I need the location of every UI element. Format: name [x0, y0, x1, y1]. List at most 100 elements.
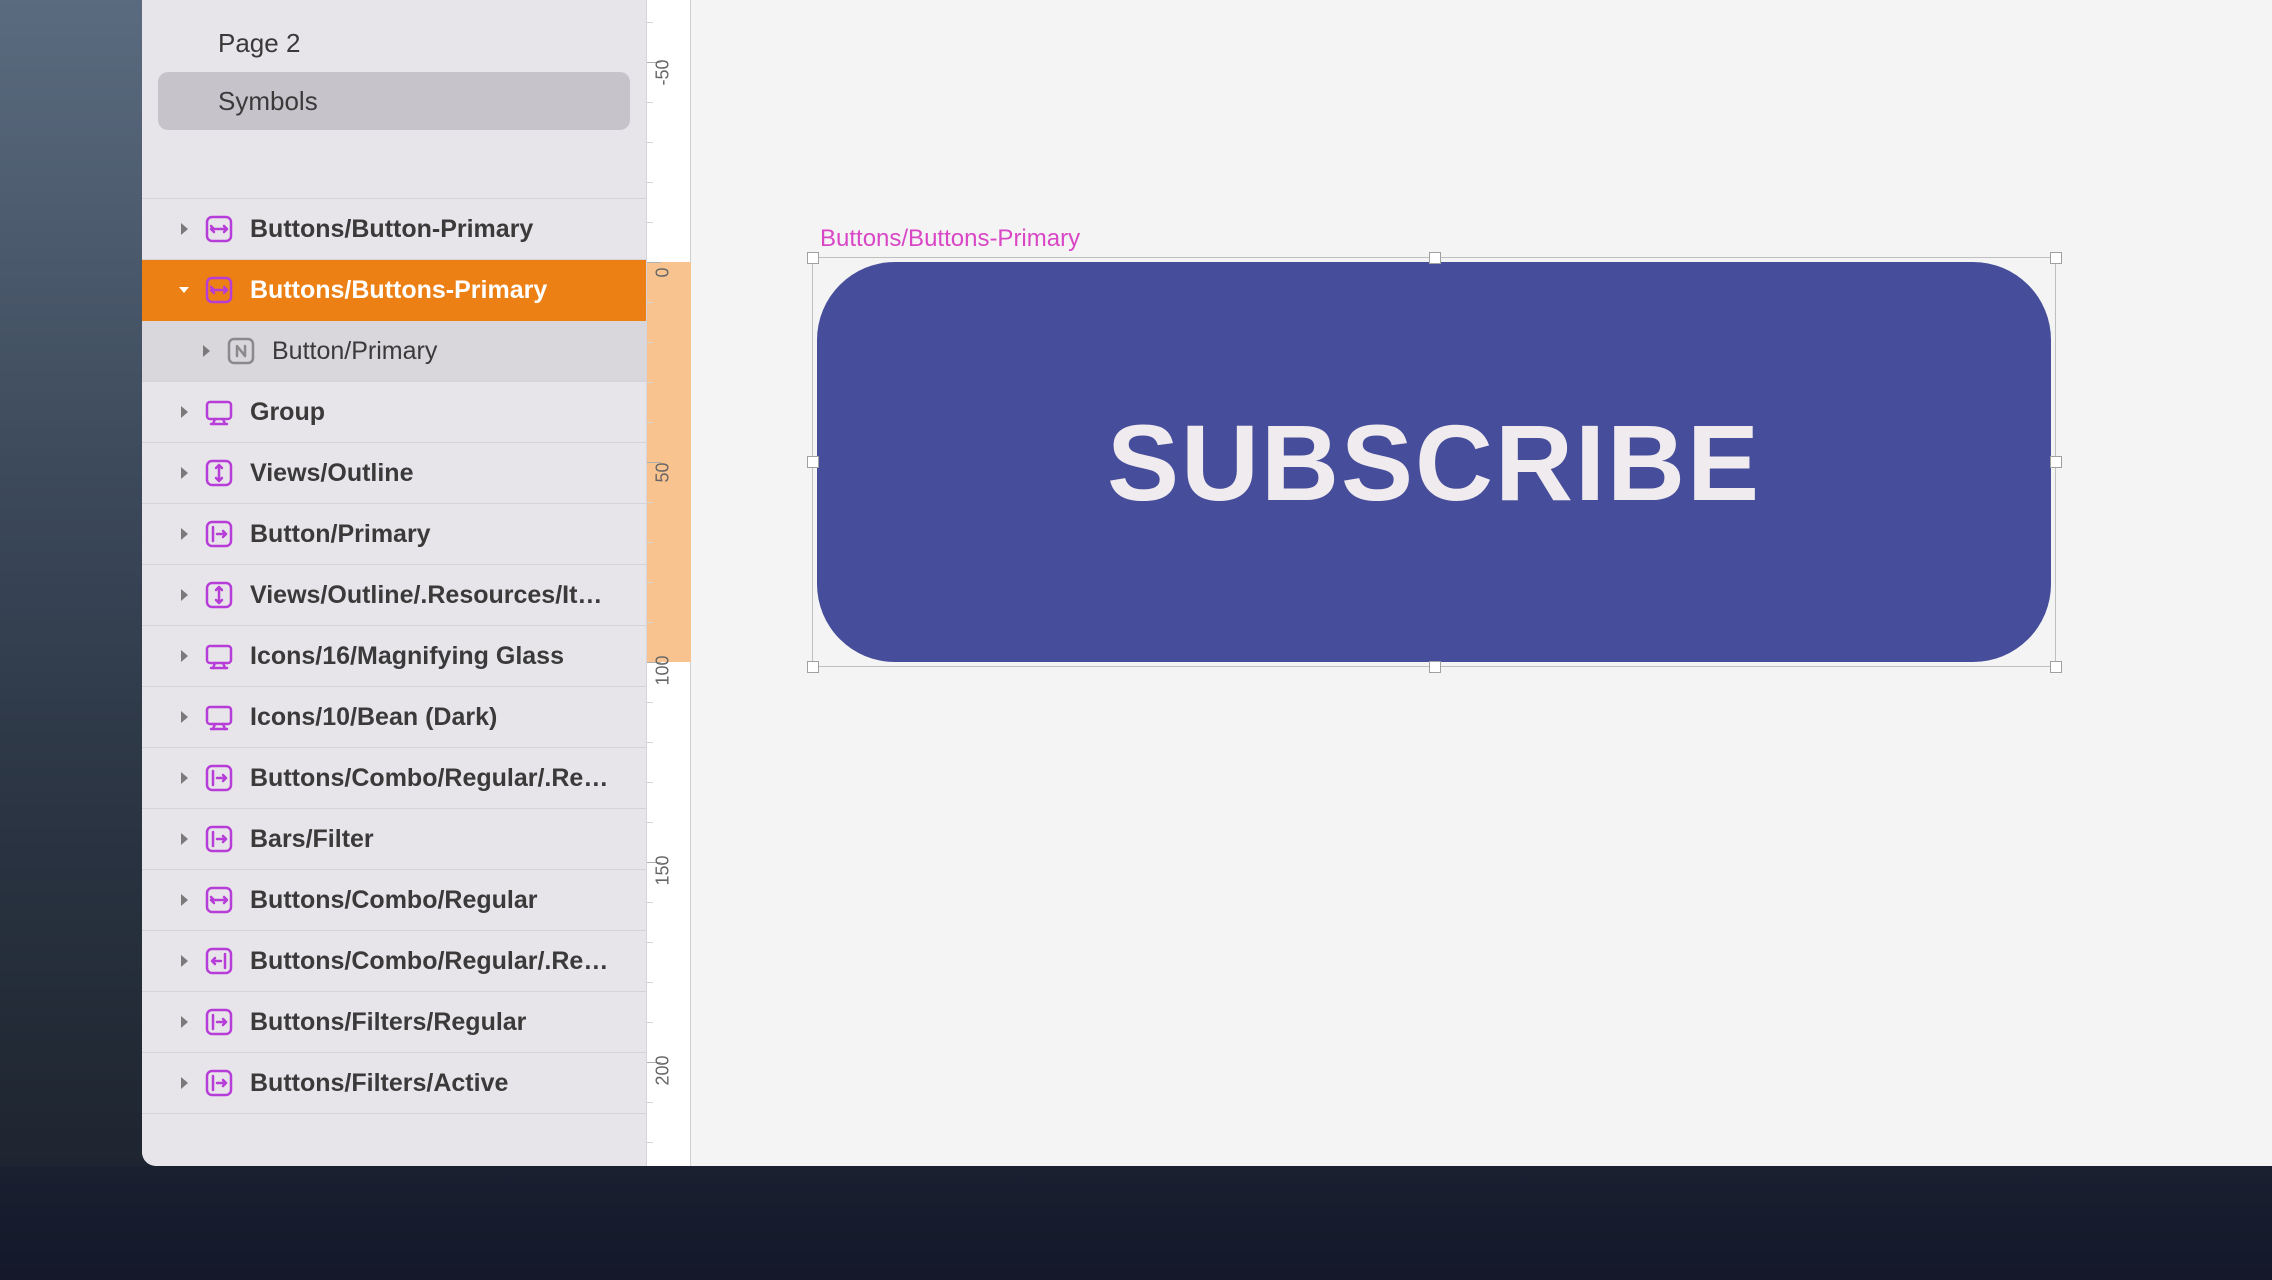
chevron-right-icon[interactable]	[172, 953, 196, 969]
layer-label: Buttons/Filters/Active	[250, 1069, 634, 1098]
right-icon	[204, 519, 234, 549]
layer-row[interactable]: Button/Primary	[142, 321, 646, 382]
layer-label: Buttons/Combo/Regular/.Re…	[250, 764, 634, 793]
chevron-right-icon[interactable]	[172, 709, 196, 725]
layer-row[interactable]: Bars/Filter	[142, 809, 646, 870]
handle-sw[interactable]	[807, 661, 819, 673]
layer-label: Button/Primary	[250, 520, 634, 549]
ruler-number: -50	[653, 60, 674, 86]
ruler-tick	[647, 422, 653, 423]
chevron-right-icon[interactable]	[172, 770, 196, 786]
layer-label: Button/Primary	[272, 337, 634, 366]
ruler-tick	[647, 702, 653, 703]
layer-row[interactable]: Buttons/Button-Primary	[142, 199, 646, 260]
canvas[interactable]: Buttons/Buttons-Primary SUBSCRIBE	[691, 0, 2272, 1166]
layer-row[interactable]: Buttons/Filters/Active	[142, 1053, 646, 1114]
right-icon	[204, 824, 234, 854]
ruler-tick	[647, 102, 653, 103]
layer-row[interactable]: Button/Primary	[142, 504, 646, 565]
handle-s[interactable]	[1429, 661, 1441, 673]
chevron-right-icon[interactable]	[172, 404, 196, 420]
desktop-bottom-strip	[0, 1166, 2272, 1280]
artboard-label[interactable]: Buttons/Buttons-Primary	[820, 225, 1080, 253]
ruler-tick	[647, 942, 653, 943]
desktop-left-strip	[0, 0, 142, 1166]
handle-e[interactable]	[2050, 456, 2062, 468]
layer-label: Bars/Filter	[250, 825, 634, 854]
page-row-page2[interactable]: Page 2	[158, 14, 630, 72]
layer-label: Buttons/Filters/Regular	[250, 1008, 634, 1037]
layer-row[interactable]: Group	[142, 382, 646, 443]
vert-icon	[204, 580, 234, 610]
layer-label: Icons/10/Bean (Dark)	[250, 703, 634, 732]
layer-row[interactable]: Buttons/Filters/Regular	[142, 992, 646, 1053]
layer-row[interactable]: Icons/10/Bean (Dark)	[142, 687, 646, 748]
ruler-number: 50	[653, 460, 674, 486]
chevron-right-icon[interactable]	[172, 892, 196, 908]
ruler-tick	[647, 342, 653, 343]
layer-row[interactable]: Views/Outline/.Resources/It…	[142, 565, 646, 626]
page-label: Page 2	[218, 28, 300, 59]
ruler-tick	[647, 182, 653, 183]
chevron-right-icon[interactable]	[172, 587, 196, 603]
handle-nw[interactable]	[807, 252, 819, 264]
layer-row[interactable]: Buttons/Buttons-Primary	[142, 260, 646, 321]
pages-list: Page 2 Symbols	[142, 0, 646, 130]
ruler-number: 150	[653, 860, 674, 886]
layer-row[interactable]: Views/Outline	[142, 443, 646, 504]
handle-ne[interactable]	[2050, 252, 2062, 264]
symbol-icon	[226, 336, 256, 366]
ruler-tick	[647, 1142, 653, 1143]
ruler-tick	[647, 782, 653, 783]
layer-label: Buttons/Button-Primary	[250, 215, 634, 244]
layer-row[interactable]: Icons/16/Magnifying Glass	[142, 626, 646, 687]
right-icon	[204, 1068, 234, 1098]
horiz-icon	[204, 885, 234, 915]
chevron-right-icon[interactable]	[172, 1014, 196, 1030]
layer-row[interactable]: Buttons/Combo/Regular/.Re…	[142, 748, 646, 809]
ruler-tick	[647, 1022, 653, 1023]
layer-row[interactable]: Buttons/Combo/Regular	[142, 870, 646, 931]
layer-row[interactable]: Buttons/Combo/Regular/.Re…	[142, 931, 646, 992]
chevron-right-icon[interactable]	[172, 831, 196, 847]
ruler-tick	[647, 982, 653, 983]
chevron-down-icon[interactable]	[172, 282, 196, 298]
ruler-number: 200	[653, 1060, 674, 1086]
chevron-right-icon[interactable]	[172, 648, 196, 664]
vertical-ruler[interactable]: -50050100150200250	[647, 0, 691, 1166]
chevron-right-icon[interactable]	[172, 465, 196, 481]
horiz-icon	[204, 275, 234, 305]
layer-label: Buttons/Buttons-Primary	[250, 276, 634, 305]
handle-w[interactable]	[807, 456, 819, 468]
ruler-tick	[647, 1102, 653, 1103]
ruler-tick	[647, 222, 653, 223]
handle-n[interactable]	[1429, 252, 1441, 264]
selection-bounds[interactable]	[812, 257, 2056, 667]
ruler-number: 100	[653, 660, 674, 686]
vert-icon	[204, 458, 234, 488]
ruler-tick	[647, 902, 653, 903]
horiz-icon	[204, 214, 234, 244]
ruler-tick	[647, 582, 653, 583]
ruler-tick	[647, 382, 653, 383]
layer-label: Views/Outline	[250, 459, 634, 488]
left-icon	[204, 946, 234, 976]
handle-se[interactable]	[2050, 661, 2062, 673]
page-row-symbols[interactable]: Symbols	[158, 72, 630, 130]
layer-list: Buttons/Button-Primary Buttons/Buttons-Pr…	[142, 199, 646, 1166]
chevron-right-icon[interactable]	[172, 526, 196, 542]
ruler-tick	[647, 742, 653, 743]
chevron-right-icon[interactable]	[194, 343, 218, 359]
app-window: Page 2 Symbols Buttons/Button-PrimaryBut…	[142, 0, 2272, 1166]
ruler-tick	[647, 822, 653, 823]
layer-label: Buttons/Combo/Regular/.Re…	[250, 947, 634, 976]
ruler-tick	[647, 22, 653, 23]
chevron-right-icon[interactable]	[172, 221, 196, 237]
ruler-tick	[647, 142, 653, 143]
left-panel: Page 2 Symbols Buttons/Button-PrimaryBut…	[142, 0, 647, 1166]
layer-label: Group	[250, 398, 634, 427]
layer-label: Icons/16/Magnifying Glass	[250, 642, 634, 671]
layer-label: Views/Outline/.Resources/It…	[250, 581, 634, 610]
chevron-right-icon[interactable]	[172, 1075, 196, 1091]
right-icon	[204, 763, 234, 793]
